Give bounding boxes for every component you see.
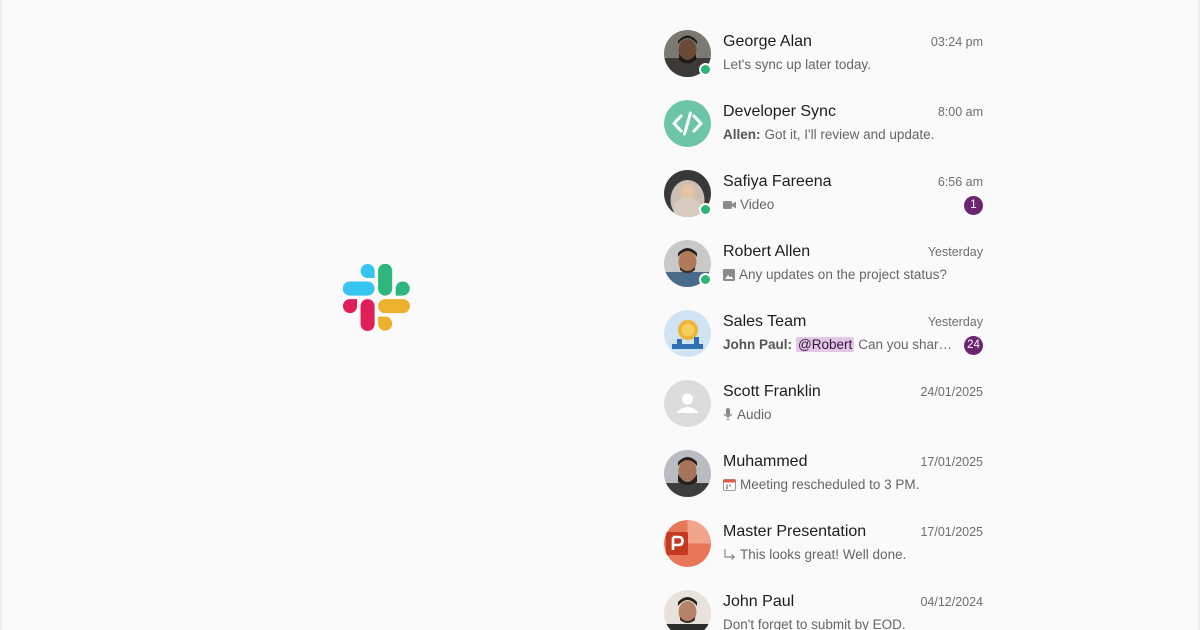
chat-time: 17/01/2025 bbox=[920, 525, 983, 539]
chat-item-safiya-fareena[interactable]: Safiya Fareena 6:56 am Video 1 bbox=[664, 140, 984, 217]
chat-list: George Alan 03:24 pm Let's sync up later… bbox=[664, 0, 984, 630]
chat-time: 6:56 am bbox=[937, 175, 983, 189]
chat-name: John Paul bbox=[723, 593, 795, 610]
chat-item-developer-sync[interactable]: Developer Sync 8:00 am Allen: Got it, I'… bbox=[664, 70, 984, 147]
chat-name: Sales Team bbox=[723, 313, 807, 330]
chat-name: Developer Sync bbox=[723, 103, 836, 120]
chat-item-scott-franklin[interactable]: Scott Franklin 24/01/2025 Audio bbox=[664, 350, 984, 427]
chat-time: 24/01/2025 bbox=[920, 385, 983, 399]
chat-item-john-paul[interactable]: John Paul 04/12/2024 Don't forget to sub… bbox=[664, 560, 984, 630]
chat-preview: Don't forget to submit by EOD. bbox=[723, 617, 906, 630]
chat-time: 17/01/2025 bbox=[920, 455, 983, 469]
chat-item-george-alan[interactable]: George Alan 03:24 pm Let's sync up later… bbox=[664, 0, 984, 77]
chat-name: Muhammed bbox=[723, 453, 808, 470]
chat-time: 8:00 am bbox=[937, 105, 983, 119]
chat-name: Scott Franklin bbox=[723, 383, 821, 400]
chat-name: Safiya Fareena bbox=[723, 173, 832, 190]
chat-time: 03:24 pm bbox=[930, 35, 983, 49]
reply-arrow-icon bbox=[724, 548, 736, 560]
chat-name: George Alan bbox=[723, 33, 812, 50]
avatar bbox=[664, 590, 711, 630]
chat-item-muhammed[interactable]: Muhammed 17/01/2025 Meeting rescheduled … bbox=[664, 420, 984, 497]
video-icon bbox=[723, 200, 736, 209]
chat-name: Robert Allen bbox=[723, 243, 811, 260]
image-icon bbox=[723, 268, 735, 281]
app-screen: George Alan 03:24 pm Let's sync up later… bbox=[0, 0, 1200, 630]
chat-time: 04/12/2024 bbox=[920, 595, 983, 609]
chat-item-robert-allen[interactable]: Robert Allen Yesterday Any updates on th… bbox=[664, 210, 984, 287]
left-border bbox=[0, 0, 2, 630]
preview-text: Don't forget to submit by EOD. bbox=[723, 617, 906, 630]
chat-name: Master Presentation bbox=[723, 523, 867, 540]
chat-time: Yesterday bbox=[927, 245, 983, 259]
chat-time: Yesterday bbox=[927, 315, 983, 329]
chat-item-master-presentation[interactable]: Master Presentation 17/01/2025 This look… bbox=[664, 490, 984, 567]
chat-item-sales-team[interactable]: Sales Team Yesterday John Paul: @Robert … bbox=[664, 280, 984, 357]
slack-logo bbox=[343, 264, 410, 331]
